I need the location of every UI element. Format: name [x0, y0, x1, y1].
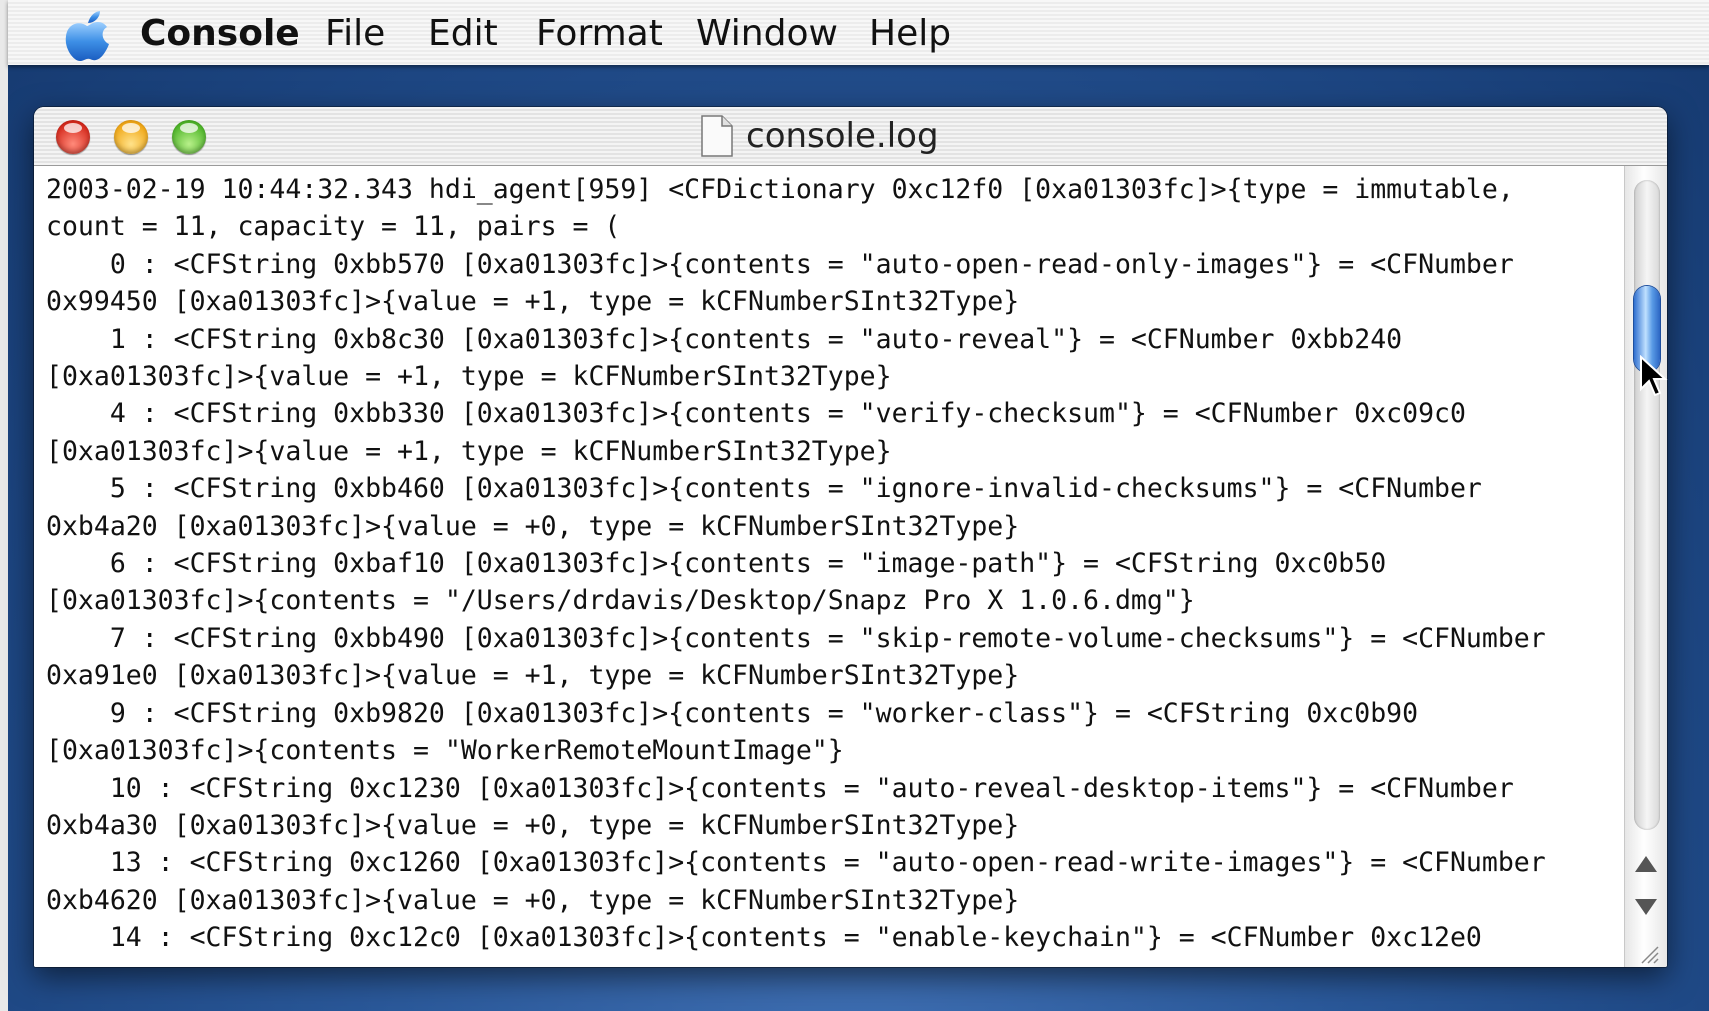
log-line[interactable]: 0 : <CFString 0xbb570 [0xa01303fc]>{cont…: [46, 246, 1621, 283]
log-line[interactable]: [0xa01303fc]>{value = +1, type = kCFNumb…: [46, 358, 1621, 395]
log-line[interactable]: count = 11, capacity = 11, pairs = (: [46, 208, 1621, 245]
log-text[interactable]: 2003-02-19 10:44:32.343 hdi_agent[959] <…: [46, 171, 1621, 957]
log-line[interactable]: 0xb4620 [0xa01303fc]>{value = +0, type =…: [46, 882, 1621, 919]
log-line[interactable]: 0xb4a20 [0xa01303fc]>{value = +0, type =…: [46, 508, 1621, 545]
log-line[interactable]: 9 : <CFString 0xb9820 [0xa01303fc]>{cont…: [46, 695, 1621, 732]
scroll-track[interactable]: [1634, 180, 1660, 830]
scroll-down-arrow-icon[interactable]: [1635, 899, 1657, 915]
menu-app-console[interactable]: Console: [140, 14, 300, 54]
menu-edit[interactable]: Edit: [428, 14, 498, 54]
log-line[interactable]: 2003-02-19 10:44:32.343 hdi_agent[959] <…: [46, 171, 1621, 208]
log-line[interactable]: 7 : <CFString 0xbb490 [0xa01303fc]>{cont…: [46, 620, 1621, 657]
window-title: console.log: [746, 116, 939, 156]
menu-help[interactable]: Help: [869, 14, 951, 54]
scroll-up-arrow-icon[interactable]: [1635, 856, 1657, 872]
menu-file[interactable]: File: [325, 14, 385, 54]
minimize-button[interactable]: [114, 120, 148, 154]
close-button[interactable]: [56, 120, 90, 154]
log-line[interactable]: 0xa91e0 [0xa01303fc]>{value = +1, type =…: [46, 657, 1621, 694]
log-line[interactable]: [0xa01303fc]>{contents = "WorkerRemoteMo…: [46, 732, 1621, 769]
menu-bar: Console File Edit Format Window Help: [8, 0, 1709, 65]
document-icon[interactable]: [700, 115, 734, 157]
menu-format[interactable]: Format: [536, 14, 663, 54]
log-line[interactable]: 5 : <CFString 0xbb460 [0xa01303fc]>{cont…: [46, 470, 1621, 507]
log-line[interactable]: 0xb4a30 [0xa01303fc]>{value = +0, type =…: [46, 807, 1621, 844]
log-line[interactable]: [0xa01303fc]>{value = +1, type = kCFNumb…: [46, 433, 1621, 470]
log-line[interactable]: 14 : <CFString 0xc12c0 [0xa01303fc]>{con…: [46, 919, 1621, 956]
log-line[interactable]: 4 : <CFString 0xbb330 [0xa01303fc]>{cont…: [46, 395, 1621, 432]
console-window: console.log 2003-02-19 10:44:32.343 hdi_…: [34, 107, 1667, 967]
apple-menu-icon[interactable]: [62, 9, 112, 63]
log-line[interactable]: 10 : <CFString 0xc1230 [0xa01303fc]>{con…: [46, 770, 1621, 807]
vertical-scrollbar[interactable]: [1624, 166, 1667, 967]
log-view[interactable]: 2003-02-19 10:44:32.343 hdi_agent[959] <…: [34, 166, 1624, 967]
desktop-edge: [0, 0, 8, 1011]
log-line[interactable]: [0xa01303fc]>{contents = "/Users/drdavis…: [46, 582, 1621, 619]
mouse-pointer-icon: [1640, 355, 1668, 397]
log-line[interactable]: 13 : <CFString 0xc1260 [0xa01303fc]>{con…: [46, 844, 1621, 881]
window-titlebar[interactable]: console.log: [34, 107, 1667, 166]
log-line[interactable]: 0x99450 [0xa01303fc]>{value = +1, type =…: [46, 283, 1621, 320]
log-line[interactable]: 1 : <CFString 0xb8c30 [0xa01303fc]>{cont…: [46, 321, 1621, 358]
log-line[interactable]: 6 : <CFString 0xbaf10 [0xa01303fc]>{cont…: [46, 545, 1621, 582]
zoom-button[interactable]: [172, 120, 206, 154]
resize-grip-icon[interactable]: [1637, 942, 1659, 964]
menu-window[interactable]: Window: [696, 14, 838, 54]
